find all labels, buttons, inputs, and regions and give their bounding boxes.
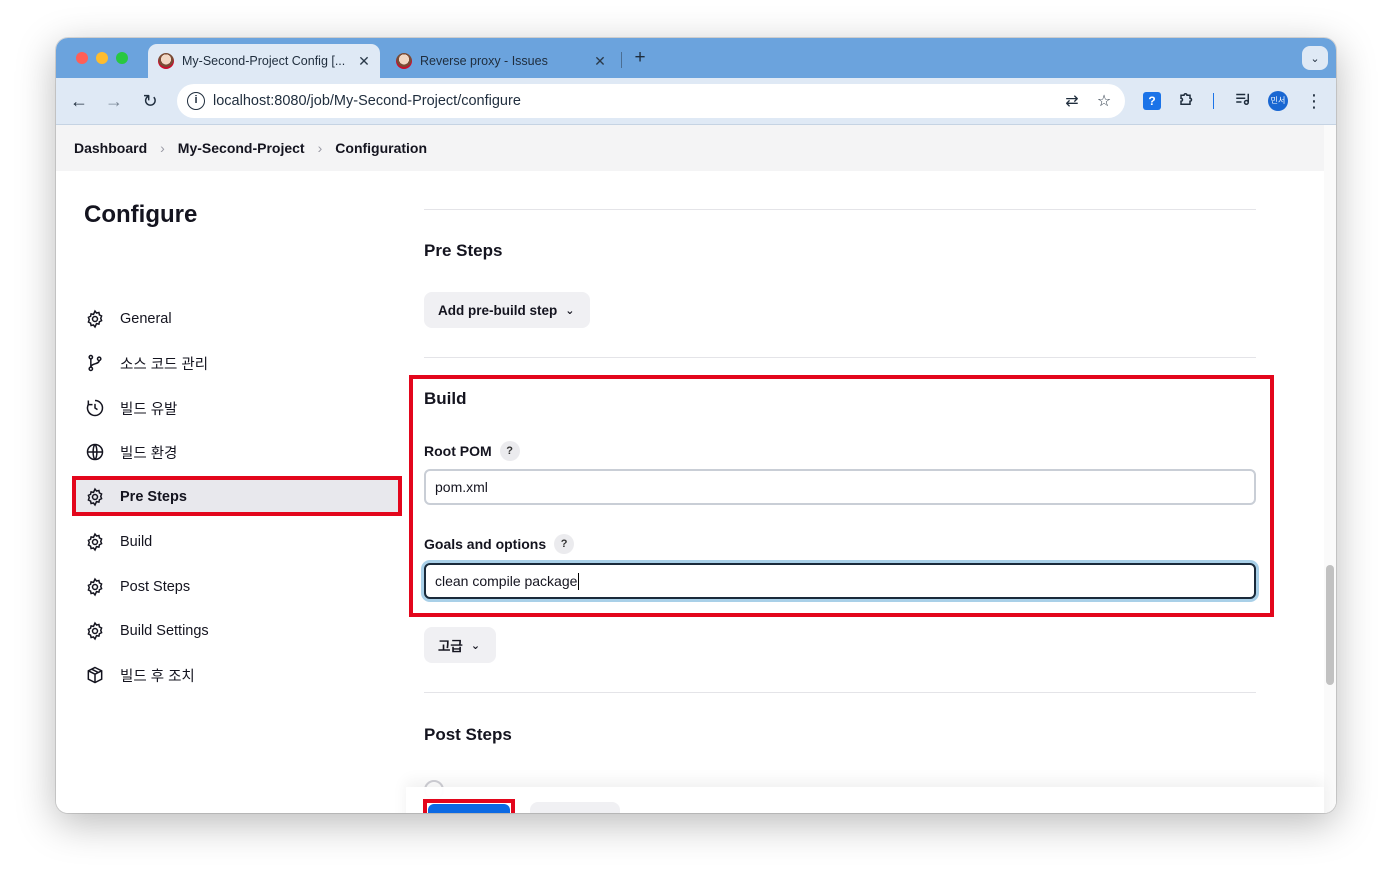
close-window-button[interactable] [76, 52, 88, 64]
tab-config[interactable]: My-Second-Project Config [... ✕ [148, 44, 380, 78]
gear-icon [84, 576, 106, 598]
apply-button[interactable]: Apply [530, 802, 620, 813]
scrollbar-thumb[interactable] [1326, 565, 1334, 685]
help-extension-icon[interactable]: ? [1143, 92, 1161, 110]
toolbar-separator [1213, 93, 1214, 109]
sidebar-item-build-settings[interactable]: Build Settings [72, 613, 400, 649]
chevron-right-icon: › [317, 140, 323, 156]
breadcrumb-configuration[interactable]: Configuration [335, 140, 427, 156]
button-label: Add pre-build step [438, 302, 558, 318]
advanced-button[interactable]: 고급 ⌄ [424, 627, 496, 663]
close-icon[interactable]: ✕ [354, 53, 374, 70]
gear-icon [84, 486, 106, 508]
kebab-menu-icon[interactable]: ⋮ [1304, 90, 1324, 112]
save-button[interactable]: 저장 [428, 804, 510, 813]
sidebar-item-post-build[interactable]: 빌드 후 조치 [72, 657, 400, 693]
gear-icon [84, 308, 106, 330]
sidebar-item-post-steps[interactable]: Post Steps [72, 569, 400, 605]
chevron-down-icon: ⌄ [470, 639, 481, 652]
tab-strip: My-Second-Project Config [... ✕ Reverse … [56, 38, 1336, 78]
puzzle-icon[interactable] [1176, 90, 1198, 112]
gear-icon [84, 620, 106, 642]
post-steps-title: Post Steps [424, 725, 512, 744]
profile-avatar[interactable]: 민서 [1268, 91, 1288, 111]
help-icon[interactable]: ? [499, 441, 520, 461]
sidebar-item-label: 빌드 후 조치 [120, 668, 195, 685]
add-pre-build-step-button[interactable]: Add pre-build step ⌄ [424, 292, 590, 328]
jenkins-page: Dashboard › My-Second-Project › Configur… [56, 125, 1336, 813]
root-pom-input[interactable]: pom.xml [424, 469, 1256, 505]
sidebar-item-label: Build Settings [120, 623, 209, 639]
sidebar-item-build[interactable]: Build [72, 524, 400, 560]
gear-icon [84, 531, 106, 553]
chevron-right-icon: › [160, 140, 165, 156]
chevron-down-icon[interactable]: ⌄ [1302, 46, 1328, 70]
root-pom-value: pom.xml [435, 479, 488, 495]
sidebar-title: Configure [84, 201, 198, 228]
git-branch-icon [84, 352, 106, 374]
site-info-icon[interactable]: i [187, 92, 205, 110]
sidebar-item-label: Build [120, 534, 153, 550]
root-pom-label-text: Root POM [424, 443, 492, 459]
jenkins-favicon-icon [396, 53, 412, 69]
sidebar-item-label: Post Steps [120, 579, 191, 595]
timer-icon [84, 397, 106, 419]
breadcrumb-project[interactable]: My-Second-Project [178, 140, 305, 156]
media-control-icon[interactable] [1232, 90, 1254, 112]
build-title: Build [424, 389, 467, 408]
tab-title: My-Second-Project Config [... [182, 54, 346, 68]
new-tab-icon[interactable]: + [630, 47, 650, 69]
forward-arrow-icon[interactable]: → [103, 90, 125, 112]
sidebar-item-label: 소스 코드 관리 [120, 356, 209, 373]
translate-icon[interactable]: ⇄ [1061, 91, 1083, 111]
browser-toolbar: ← → ↻ i localhost:8080/job/My-Second-Pro… [56, 78, 1336, 125]
chevron-down-icon: ⌄ [565, 304, 575, 317]
sidebar-item-label: 빌드 유발 [120, 401, 178, 418]
jenkins-favicon-icon [158, 53, 174, 69]
sidebar-item-label: 빌드 환경 [120, 445, 178, 462]
sidebar-item-pre-steps[interactable]: Pre Steps [72, 479, 400, 515]
tab-reverse-proxy[interactable]: Reverse proxy - Issues ✕ [386, 44, 616, 78]
sidebar-item-build-triggers[interactable]: 빌드 유발 [72, 390, 400, 426]
pre-steps-title: Pre Steps [424, 241, 503, 260]
sidebar-item-label: General [120, 311, 172, 327]
breadcrumb: Dashboard › My-Second-Project › Configur… [56, 125, 1324, 171]
section-divider [424, 357, 1256, 358]
text-caret [578, 572, 580, 590]
minimize-window-button[interactable] [96, 52, 108, 64]
reload-icon[interactable]: ↻ [139, 90, 161, 112]
goals-label: Goals and options ? [424, 534, 575, 554]
sidebar-item-scm[interactable]: 소스 코드 관리 [72, 345, 400, 381]
sidebar-item-label: Pre Steps [120, 489, 187, 505]
scrollbar[interactable] [1324, 125, 1336, 813]
tab-title: Reverse proxy - Issues [420, 54, 548, 68]
globe-icon [84, 441, 106, 463]
browser-window: My-Second-Project Config [... ✕ Reverse … [56, 38, 1336, 813]
star-icon[interactable]: ☆ [1093, 91, 1115, 111]
button-label: 고급 [438, 639, 463, 654]
goals-input[interactable]: clean compile package [424, 563, 1256, 599]
tab-separator [621, 52, 622, 68]
goals-label-text: Goals and options [424, 536, 547, 552]
help-icon[interactable]: ? [554, 534, 575, 554]
url-text[interactable]: localhost:8080/job/My-Second-Project/con… [213, 93, 1061, 109]
root-pom-label: Root POM ? [424, 441, 520, 461]
sidebar-item-build-env[interactable]: 빌드 환경 [72, 434, 400, 470]
section-divider [424, 209, 1256, 210]
maximize-window-button[interactable] [116, 52, 128, 64]
section-divider [424, 692, 1256, 693]
back-arrow-icon[interactable]: ← [68, 90, 90, 112]
address-bar[interactable]: i localhost:8080/job/My-Second-Project/c… [177, 84, 1125, 118]
goals-value: clean compile package [435, 573, 578, 589]
breadcrumb-dashboard[interactable]: Dashboard [74, 140, 147, 156]
sidebar-item-general[interactable]: General [72, 301, 400, 337]
close-icon[interactable]: ✕ [590, 53, 610, 70]
package-icon [84, 664, 106, 686]
